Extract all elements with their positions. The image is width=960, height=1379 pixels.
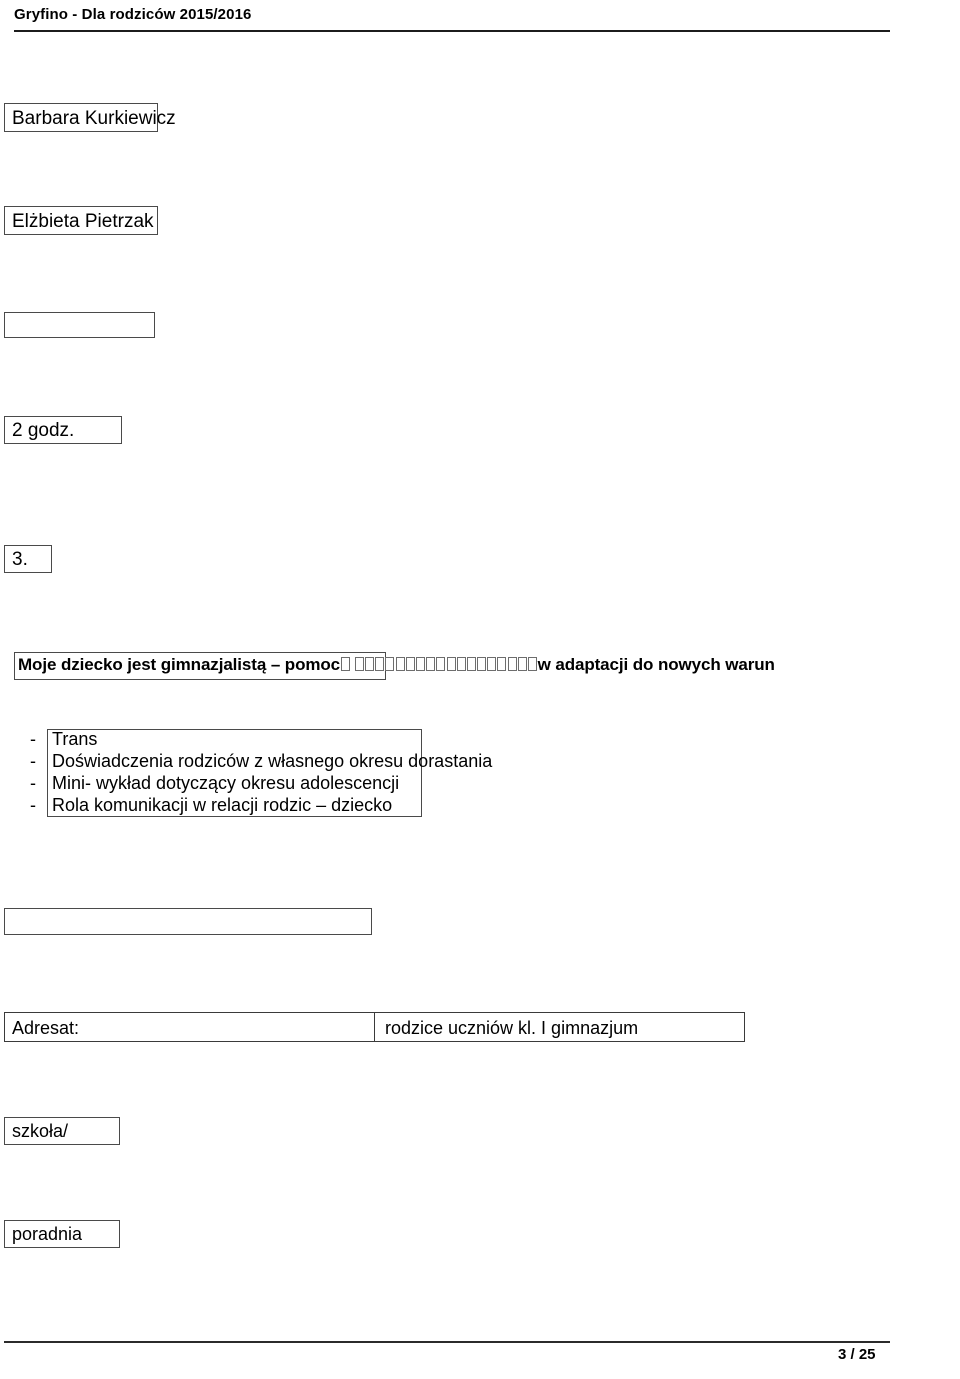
bullet-item: - Mini- wykład dotyczący okresu adolescen… (30, 772, 492, 794)
missing-glyph-box (466, 657, 476, 671)
bullet-dash: - (30, 795, 36, 815)
provider-2-label: poradnia (12, 1224, 83, 1244)
section-title-text-after: w adaptacji do nowych warun (537, 655, 775, 674)
bullet-text: Rola komunikacji w relacji rodzic – dzie… (52, 795, 393, 815)
adresat-label: Adresat: (12, 1018, 80, 1038)
missing-glyph-box (395, 657, 405, 671)
missing-glyph-box (507, 657, 517, 671)
header-divider-rule (14, 30, 890, 32)
bullet-dash: - (30, 729, 36, 749)
bullet-dash: - (30, 751, 36, 771)
missing-glyph-box (340, 657, 350, 671)
presenter-1-name: Barbara Kurkiewicz (12, 108, 176, 129)
missing-glyph-box (517, 657, 527, 671)
missing-glyph-run-1 (340, 655, 350, 674)
bullet-text: Trans (52, 729, 98, 749)
adresat-column-divider (374, 1012, 375, 1042)
bullet-text: Doświadczenia rodziców z własnego okresu… (52, 751, 493, 771)
bullet-dash: - (30, 773, 36, 793)
section-title: Moje dziecko jest gimnazjalistą – pomoc w… (18, 655, 775, 675)
missing-glyph-box (385, 657, 395, 671)
bullet-list: - Trans - Doświadczenia rodziców z własnego… (30, 728, 492, 816)
provider-1-label: szkoła/ (12, 1121, 69, 1141)
footer-divider-rule (4, 1341, 890, 1343)
missing-glyph-box (415, 657, 425, 671)
missing-glyph-box (528, 657, 537, 671)
missing-glyph-box (477, 657, 487, 671)
duration-value: 2 godz. (12, 420, 75, 441)
missing-glyph-box (354, 657, 364, 671)
bullet-item: - Rola komunikacji w relacji rodzic – dzi… (30, 794, 492, 816)
adresat-value: rodzice uczniów kl. I gimnazjum (385, 1018, 639, 1038)
empty-box-lower (4, 908, 372, 935)
bullet-text: Mini- wykład dotyczący okresu adolescenc… (52, 773, 400, 793)
section-title-text-before: Moje dziecko jest gimnazjalistą – pomoc (18, 655, 341, 674)
presenter-2-name: Elżbieta Pietrzak (12, 211, 154, 232)
item-number: 3. (12, 549, 28, 570)
bullet-item: - Trans (30, 728, 492, 750)
document-header-title: Gryfino - Dla rodziców 2015/2016 (14, 6, 252, 23)
missing-glyph-box (375, 657, 385, 671)
missing-glyph-box (487, 657, 497, 671)
empty-box-upper (4, 312, 155, 338)
missing-glyph-box (405, 657, 415, 671)
missing-glyph-box (426, 657, 436, 671)
document-page: Gryfino - Dla rodziców 2015/2016 Barbara… (0, 0, 960, 1379)
missing-glyph-box (497, 657, 507, 671)
missing-glyph-box (456, 657, 466, 671)
footer-page-number: 3 / 25 (838, 1346, 876, 1363)
missing-glyph-box (436, 657, 446, 671)
missing-glyph-box (446, 657, 456, 671)
missing-glyph-run-2 (354, 655, 537, 674)
missing-glyph-box (365, 657, 374, 671)
bullet-item: - Doświadczenia rodziców z własnego okres… (30, 750, 492, 772)
